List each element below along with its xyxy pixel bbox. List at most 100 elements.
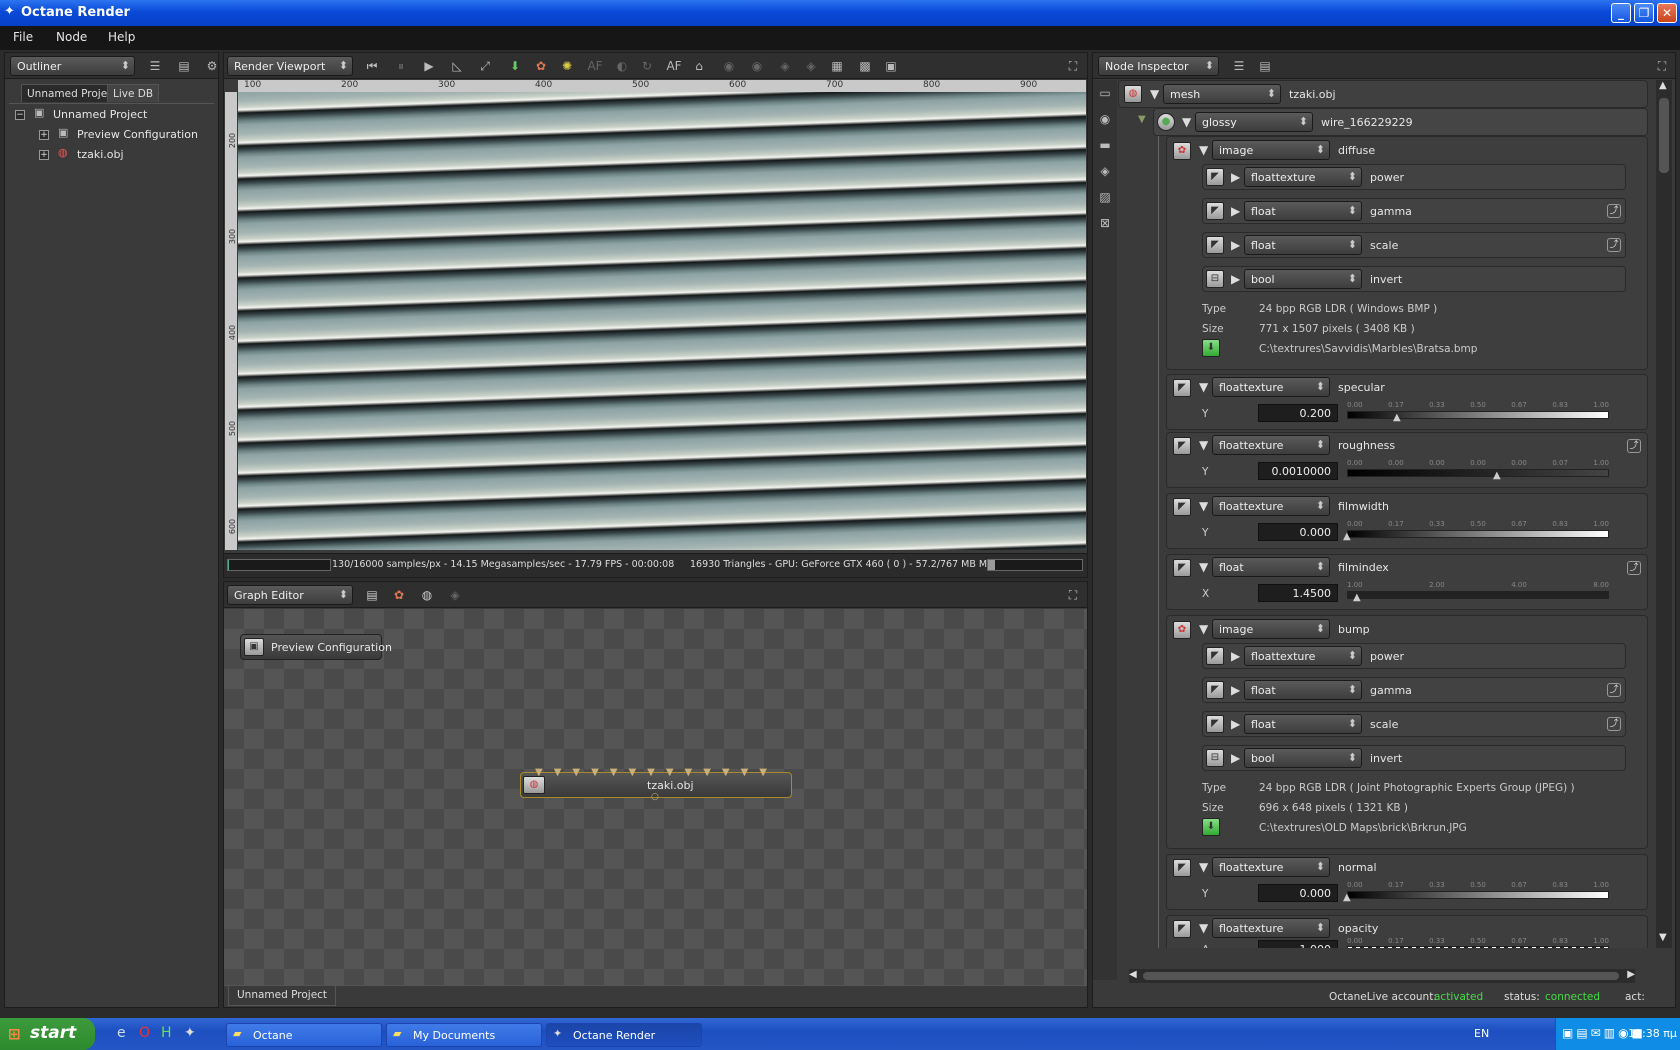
- collapse-icon[interactable]: ☰: [146, 57, 164, 75]
- camera-icon[interactable]: ◉: [1096, 110, 1114, 128]
- gamma-type-combo[interactable]: float: [1244, 680, 1362, 700]
- expand-arrow[interactable]: ▶: [1231, 717, 1240, 731]
- quicklaunch-octane-icon[interactable]: ✦: [184, 1025, 196, 1041]
- graph-canvas[interactable]: ▣ Preview Configuration ◍ ▼▼▼▼▼▼▼▼▼▼▼▼▼ …: [224, 609, 1087, 985]
- imager-icon[interactable]: ▨: [1096, 188, 1114, 206]
- load-image-icon[interactable]: ⬇: [1202, 339, 1220, 357]
- expand-arrow[interactable]: ▶: [1231, 751, 1240, 765]
- scroll-right-icon[interactable]: ▶: [1627, 969, 1635, 980]
- autofocus-icon[interactable]: AF: [586, 57, 604, 75]
- roughness-value[interactable]: 0.0010000: [1258, 462, 1338, 480]
- collapse-arrow[interactable]: ▼: [1199, 622, 1208, 636]
- slider-thumb[interactable]: ▲: [1493, 470, 1501, 481]
- subsample-icon[interactable]: ◈: [802, 57, 820, 75]
- preview-config-node[interactable]: ▣ Preview Configuration: [240, 634, 392, 660]
- expand-icon[interactable]: ▤: [175, 57, 193, 75]
- pause-icon[interactable]: ⏸: [392, 57, 410, 75]
- filmindex-type-combo[interactable]: float: [1212, 557, 1330, 577]
- maximize-button[interactable]: ❐: [1634, 3, 1654, 23]
- diffuse-type-combo[interactable]: image: [1212, 140, 1330, 160]
- start-button[interactable]: ⊞ start: [0, 1018, 95, 1050]
- save-image-icon[interactable]: ⬇: [506, 57, 524, 75]
- expand-arrow[interactable]: ▶: [1231, 649, 1240, 663]
- specular-slider[interactable]: [1347, 411, 1609, 419]
- slider-thumb[interactable]: ▲: [1393, 412, 1401, 423]
- normal-value[interactable]: 0.000: [1258, 884, 1338, 902]
- filmindex-slider[interactable]: [1347, 591, 1609, 599]
- curve-icon[interactable]: ⤴: [1607, 683, 1621, 697]
- tree-item-mesh[interactable]: tzaki.obj: [77, 148, 124, 161]
- curve-icon[interactable]: ⤴: [1607, 717, 1621, 731]
- render-image[interactable]: [238, 92, 1086, 550]
- invert-type-combo[interactable]: bool: [1244, 269, 1362, 289]
- close-button[interactable]: ✕: [1657, 3, 1677, 23]
- material-picker-icon[interactable]: ✿: [532, 57, 550, 75]
- task-octane-folder[interactable]: ▰ Octane: [226, 1023, 382, 1047]
- normal-type-combo[interactable]: floattexture: [1212, 857, 1330, 877]
- material-node-icon[interactable]: ✿: [390, 586, 408, 604]
- expand-arrow[interactable]: ▶: [1231, 272, 1240, 286]
- normal-slider[interactable]: [1347, 891, 1609, 899]
- scale-type-combo[interactable]: float: [1244, 714, 1362, 734]
- expand-toggle[interactable]: +: [39, 150, 49, 160]
- opacity-value[interactable]: 1.000: [1258, 940, 1338, 948]
- collapse-arrow[interactable]: ▼: [1199, 499, 1208, 513]
- scroll-thumb[interactable]: [1659, 98, 1669, 173]
- fullscreen-icon[interactable]: ⛶: [1064, 57, 1082, 75]
- graph-tab[interactable]: Unnamed Project: [228, 986, 337, 1006]
- expand-icon[interactable]: ▤: [1256, 57, 1274, 75]
- curve-icon[interactable]: ⤴: [1607, 238, 1621, 252]
- checker-icon[interactable]: ▩: [856, 57, 874, 75]
- load-image-icon[interactable]: ⬇: [1202, 818, 1220, 836]
- region-icon[interactable]: ◺: [448, 57, 466, 75]
- material-type-combo[interactable]: glossy: [1195, 112, 1313, 132]
- graph-combo[interactable]: Graph Editor: [227, 585, 353, 605]
- mesh-type-combo[interactable]: mesh: [1163, 84, 1281, 104]
- camera-icon[interactable]: ⌂: [690, 57, 708, 75]
- grid-icon[interactable]: ▦: [828, 57, 846, 75]
- roughness-slider[interactable]: [1347, 469, 1609, 477]
- expand-arrow[interactable]: ▶: [1231, 204, 1240, 218]
- settings-icon[interactable]: ⚙: [203, 57, 221, 75]
- collapse-arrow[interactable]: ▼: [1199, 860, 1208, 874]
- filmwidth-slider[interactable]: [1347, 530, 1609, 538]
- zoom-icon[interactable]: ⤢: [476, 57, 494, 75]
- viewport-combo[interactable]: Render Viewport: [227, 56, 353, 76]
- outliner-tab-livedb[interactable]: Live DB: [107, 84, 160, 102]
- collapse-arrow[interactable]: ▼: [1199, 380, 1208, 394]
- collapse-arrow[interactable]: ▼: [1199, 921, 1208, 935]
- quicklaunch-app-icon[interactable]: H: [161, 1025, 172, 1041]
- mesh-node[interactable]: ◍ ▼▼▼▼▼▼▼▼▼▼▼▼▼ tzaki.obj ○: [520, 767, 792, 802]
- new-node-icon[interactable]: ▤: [363, 586, 381, 604]
- lock-icon[interactable]: ◉: [720, 57, 738, 75]
- menu-file[interactable]: File: [13, 30, 33, 44]
- postprocess-icon[interactable]: ⊠: [1096, 214, 1114, 232]
- slider-thumb[interactable]: ▲: [1343, 531, 1351, 542]
- render-target-icon[interactable]: ▭: [1096, 84, 1114, 102]
- gear-icon[interactable]: ◉: [748, 57, 766, 75]
- specular-type-combo[interactable]: floattexture: [1212, 377, 1330, 397]
- expand-toggle[interactable]: +: [39, 130, 49, 140]
- power-type-combo[interactable]: floattexture: [1244, 167, 1362, 187]
- bump-type-combo[interactable]: image: [1212, 619, 1330, 639]
- specular-value[interactable]: 0.200: [1258, 404, 1338, 422]
- collapse-icon[interactable]: ☰: [1230, 57, 1248, 75]
- opacity-type-combo[interactable]: floattexture: [1212, 918, 1330, 938]
- expand-arrow[interactable]: ▶: [1231, 238, 1240, 252]
- af-button[interactable]: AF: [664, 57, 684, 75]
- expand-arrow[interactable]: ▶: [1231, 170, 1240, 184]
- minimize-button[interactable]: _: [1611, 3, 1631, 23]
- inspector-combo[interactable]: Node Inspector: [1098, 56, 1219, 76]
- curve-icon[interactable]: ⤴: [1627, 561, 1641, 575]
- slider-thumb[interactable]: ▲: [1343, 892, 1351, 903]
- menu-node[interactable]: Node: [56, 30, 87, 44]
- scroll-down-icon[interactable]: ▼: [1659, 932, 1667, 943]
- invert-type-combo[interactable]: bool: [1244, 748, 1362, 768]
- menu-help[interactable]: Help: [108, 30, 135, 44]
- expand-arrow[interactable]: ▶: [1231, 683, 1240, 697]
- roughness-type-combo[interactable]: floattexture: [1212, 435, 1330, 455]
- tree-item-preview[interactable]: Preview Configuration: [77, 128, 198, 141]
- collapse-arrow[interactable]: ▼: [1182, 115, 1191, 129]
- scroll-up-icon[interactable]: ▲: [1659, 80, 1667, 91]
- task-octane-render[interactable]: ✦ Octane Render: [546, 1023, 702, 1047]
